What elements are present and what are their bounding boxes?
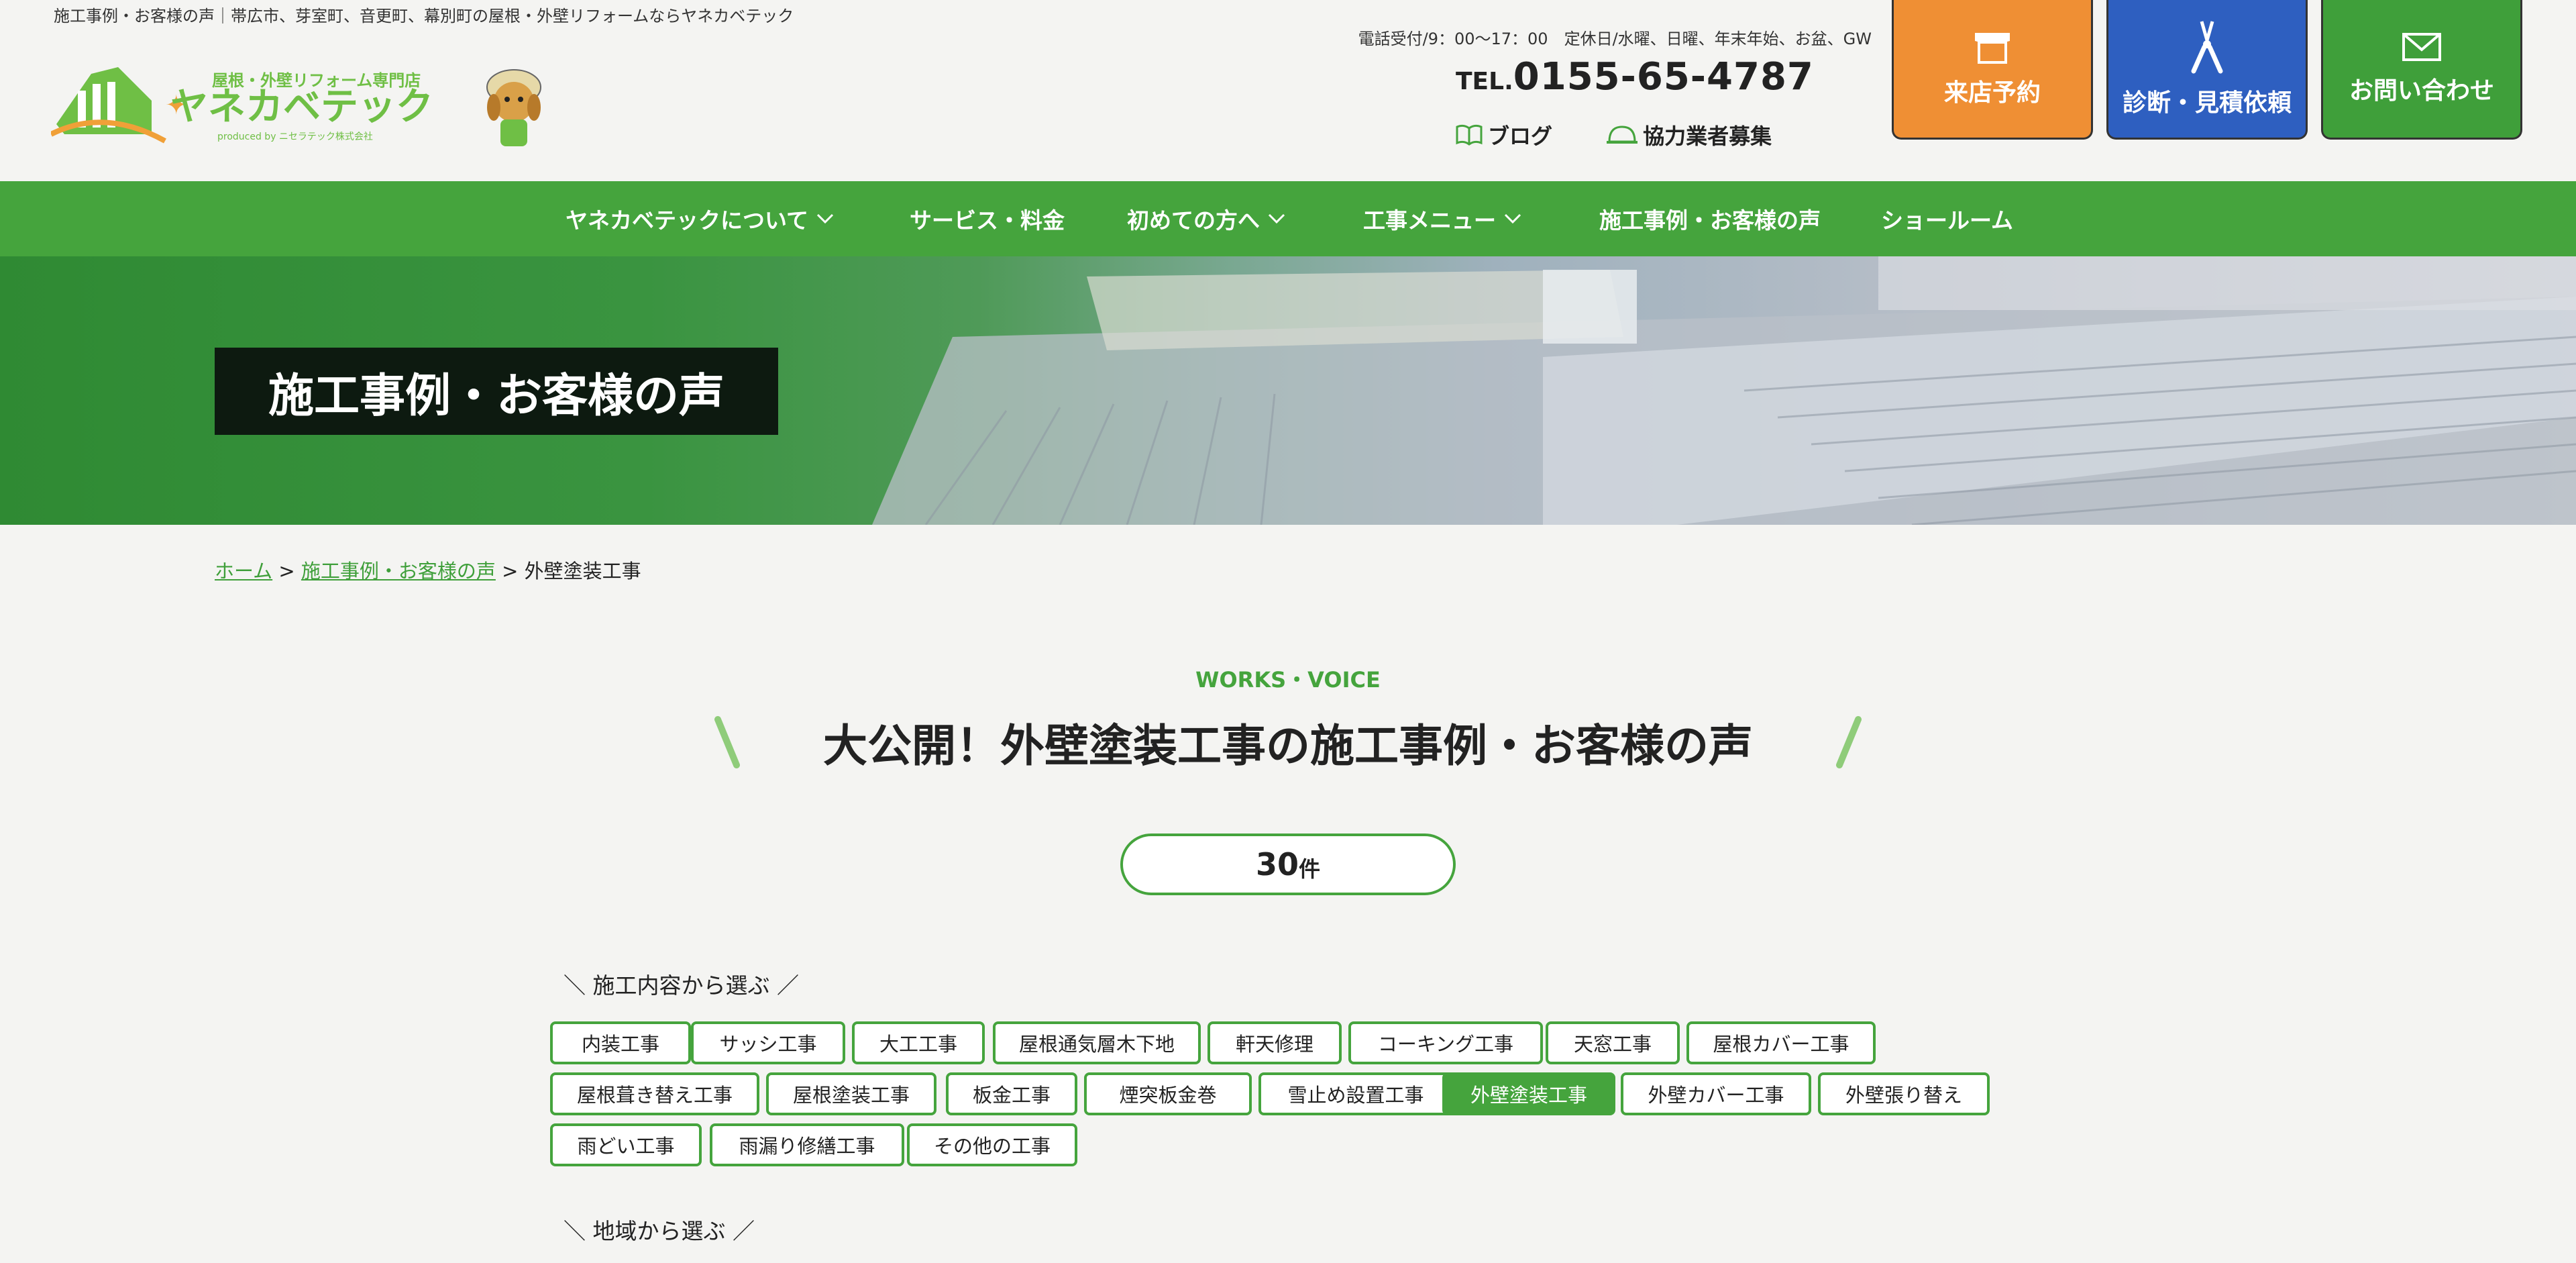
blog-link-label: ブログ (1488, 123, 1553, 149)
breadcrumb-separator: > (502, 560, 519, 583)
filter-tag[interactable]: 雨どい工事 (550, 1123, 702, 1166)
mail-icon (2402, 32, 2441, 61)
mascot-dog-icon (486, 69, 541, 146)
nav-item-label: サービス・料金 (910, 207, 1065, 234)
nav-item-label: ヤネカベテックについて (566, 207, 809, 234)
inquiry-button[interactable]: お問い合わせ (2321, 0, 2522, 140)
nav-item-construction-menu[interactable]: 工事メニュー (1363, 181, 1521, 256)
contact-block: 電話受付/9：00〜17：00 定休日/水曜、日曜、年末年始、お盆、GW TEL… (1335, 26, 1872, 149)
nav-item-label: 施工事例・お客様の声 (1599, 207, 1821, 234)
partner-recruit-label: 協力業者募集 (1643, 123, 1772, 149)
tel-number: 0155-65-4787 (1513, 55, 1814, 99)
chevron-down-icon (1504, 213, 1521, 224)
blog-link[interactable]: ブログ (1456, 119, 1552, 150)
filter-tag[interactable]: 外壁張り替え (1818, 1072, 1990, 1115)
filter-tag[interactable]: 煙突板金巻 (1084, 1072, 1252, 1115)
phone-hours: 電話受付/9：00〜17：00 定休日/水曜、日曜、年末年始、お盆、GW (1358, 30, 1872, 48)
filter-by-work-text: 施工内容から選ぶ (592, 972, 770, 999)
filter-tag[interactable]: 屋根塗装工事 (766, 1072, 936, 1115)
breadcrumb-current: 外壁塗装工事 (524, 560, 641, 583)
shop-icon (1975, 32, 2010, 64)
tel-prefix: TEL. (1456, 68, 1513, 95)
house-logo-icon: ✦ (51, 67, 188, 144)
nav-item-service[interactable]: サービス・料金 (910, 181, 1065, 256)
filter-tag[interactable]: 屋根カバー工事 (1686, 1021, 1876, 1064)
diagnosis-quote-button[interactable]: 診断・見積依頼 (2106, 0, 2308, 140)
visit-reservation-button[interactable]: 来店予約 (1892, 0, 2093, 140)
nav-item-label: 初めての方へ (1127, 207, 1260, 234)
filter-tag[interactable]: その他の工事 (907, 1123, 1077, 1166)
filter-tag[interactable]: 大工工事 (852, 1021, 985, 1064)
slash-right-icon (1836, 716, 1862, 768)
nav-item-about[interactable]: ヤネカベテックについて (566, 181, 834, 256)
diagnosis-quote-label: 診断・見積依頼 (2122, 89, 2292, 117)
result-count-unit: 件 (1299, 856, 1321, 882)
filter-tag[interactable]: 雪止め設置工事 (1258, 1072, 1453, 1115)
book-icon (1456, 124, 1483, 146)
result-count: 30 (1255, 846, 1299, 882)
chevron-down-icon (816, 213, 834, 224)
nav-item-first-time[interactable]: 初めての方へ (1127, 181, 1285, 256)
filter-tag[interactable]: 屋根通気層木下地 (993, 1021, 1201, 1064)
phone-number-link[interactable]: TEL.0155-65-4787 (1456, 55, 1814, 99)
visit-reservation-label: 来店予約 (1943, 79, 2041, 107)
pliers-icon (2191, 20, 2223, 73)
section-heading: 大公開！外壁塗装工事の施工事例・お客様の声 (0, 710, 2576, 774)
filter-tag[interactable]: 板金工事 (946, 1072, 1077, 1115)
breadcrumb-home-link[interactable]: ホーム (215, 560, 272, 583)
global-nav: ヤネカベテックについて サービス・料金 初めての方へ 工事メニュー 施工事例・お… (0, 181, 2576, 256)
nav-item-showroom[interactable]: ショールーム (1881, 181, 2013, 256)
filter-tag[interactable]: 内装工事 (550, 1021, 691, 1064)
filter-by-area-label: ＼ 地域から選ぶ ／ (564, 1218, 755, 1244)
header-tagline: 施工事例・お客様の声｜帯広市、芽室町、音更町、幕別町の屋根・外壁リフォームならヤ… (54, 7, 794, 26)
helmet-icon (1607, 125, 1638, 144)
site-logo[interactable]: ✦ 屋根・外壁リフォーム専門店 ヤネカベテック produced by ニセラテ… (51, 40, 561, 154)
section-heading-text: 大公開！外壁塗装工事の施工事例・お客様の声 (823, 720, 1753, 772)
result-count-badge: 30 件 (1120, 833, 1456, 895)
breadcrumb: ホーム > 施工事例・お客様の声 > 外壁塗装工事 (215, 556, 641, 584)
filter-tag[interactable]: コーキング工事 (1348, 1021, 1543, 1064)
hero-banner: 施工事例・お客様の声 (0, 256, 2576, 525)
filter-tag[interactable]: 軒天修理 (1208, 1021, 1342, 1064)
filter-by-area-text: 地域から選ぶ (592, 1218, 726, 1244)
nav-item-works[interactable]: 施工事例・お客様の声 (1599, 181, 1821, 256)
hero-title: 施工事例・お客様の声 (215, 348, 778, 435)
chevron-down-icon (1268, 213, 1285, 224)
inquiry-label: お問い合わせ (2349, 77, 2494, 105)
breadcrumb-works-link[interactable]: 施工事例・お客様の声 (301, 560, 496, 583)
nav-item-label: ショールーム (1881, 207, 2014, 234)
slash-left-icon (714, 716, 740, 768)
filter-tag[interactable]: サッシ工事 (691, 1021, 845, 1064)
breadcrumb-separator: > (278, 560, 295, 583)
logo-name: ヤネカベテック (170, 85, 433, 129)
nav-item-label: 工事メニュー (1363, 207, 1496, 234)
filter-tag[interactable]: 外壁カバー工事 (1621, 1072, 1811, 1115)
section-eyebrow: WORKS・VOICE (1195, 667, 1381, 693)
filter-tag-active[interactable]: 外壁塗装工事 (1442, 1072, 1615, 1115)
filter-tag[interactable]: 屋根葺き替え工事 (550, 1072, 759, 1115)
partner-recruit-link[interactable]: 協力業者募集 (1607, 119, 1772, 150)
filter-tag[interactable]: 天窓工事 (1546, 1021, 1680, 1064)
filter-tag[interactable]: 雨漏り修繕工事 (710, 1123, 904, 1166)
logo-produced: produced by ニセラテック株式会社 (217, 132, 373, 142)
filter-by-work-label: ＼ 施工内容から選ぶ ／ (564, 972, 799, 999)
